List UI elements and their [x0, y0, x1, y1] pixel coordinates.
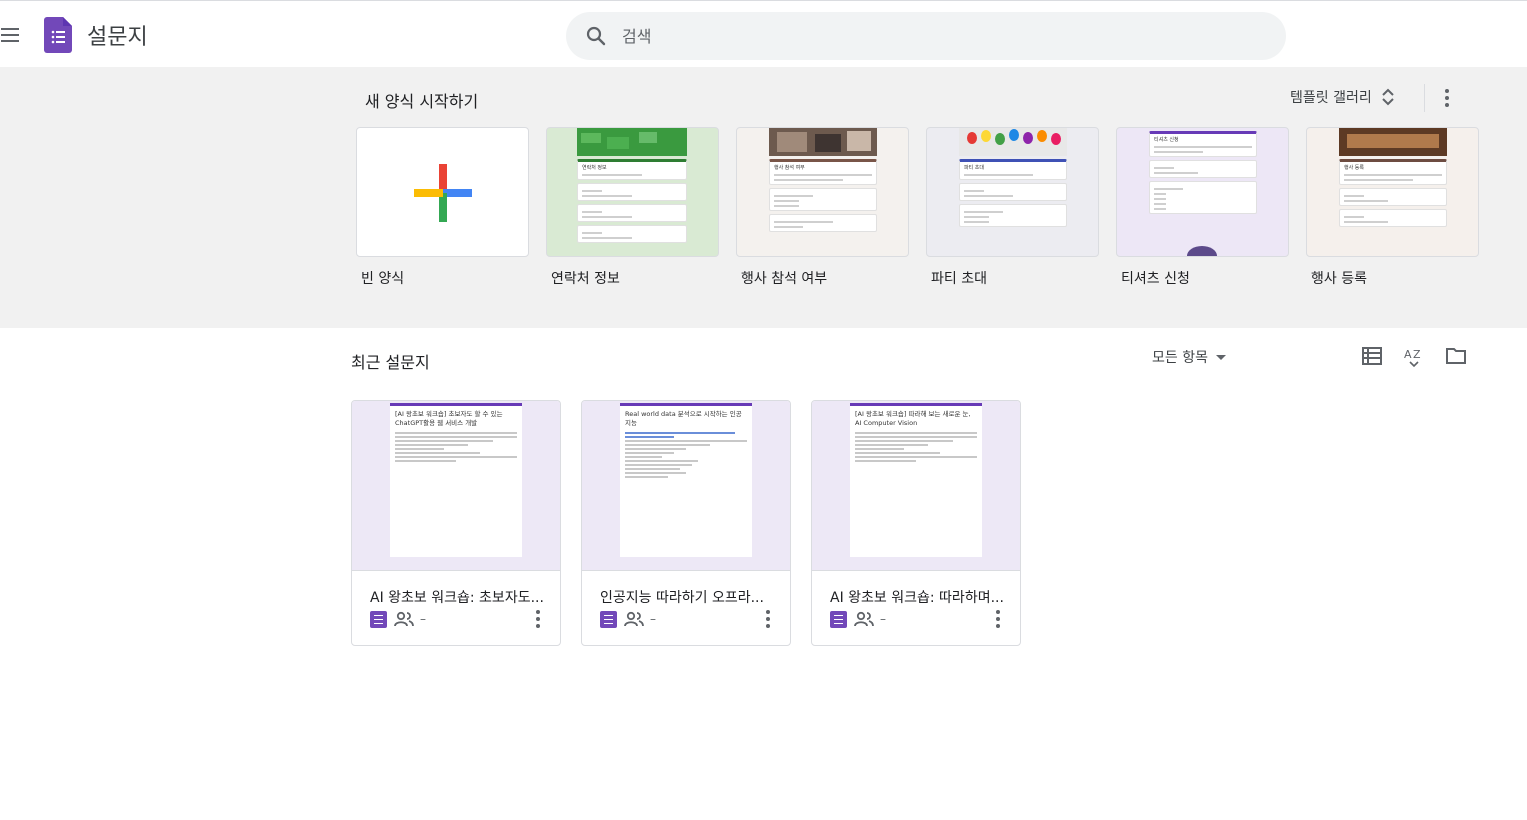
form-preview: Real world data 분석으로 시작하는 인공지능	[582, 401, 790, 571]
thumb-title: 파티 초대	[964, 165, 984, 171]
template-thumbnail[interactable]: 파티 초대	[926, 127, 1099, 257]
template-label: 연락처 정보	[551, 271, 620, 287]
mini-form: 티셔츠 신청	[1149, 128, 1257, 214]
more-vert-icon[interactable]	[530, 608, 546, 630]
form-meta: –	[600, 610, 656, 628]
unfold-icon	[1382, 88, 1394, 106]
people-icon	[394, 611, 414, 627]
template-blank[interactable]: 빈 양식	[356, 127, 529, 288]
preview-paper: [AI 왕초보 워크숍] 따라해 보는 새로운 눈, AI Computer V…	[850, 403, 982, 557]
forms-logo-icon[interactable]	[44, 17, 72, 53]
form-meta: –	[830, 610, 886, 628]
form-meta: –	[370, 610, 426, 628]
preview-paper: [AI 왕초보 워크숍] 초보자도 할 수 있는 ChatGPT활용 웹 서비스…	[390, 403, 522, 557]
mini-form: 행사 등록	[1339, 156, 1447, 227]
chevron-down-icon	[1215, 355, 1226, 360]
people-icon	[624, 611, 644, 627]
forms-icon	[830, 610, 847, 628]
shared-text: –	[880, 612, 886, 626]
thumb-title: 연락처 정보	[582, 165, 607, 171]
mini-form: 파티 초대	[959, 156, 1067, 227]
folder-icon[interactable]	[1444, 344, 1468, 368]
template-event-rsvp[interactable]: 행사 참석 여부 행사 참석 여부	[736, 127, 909, 288]
template-tshirt-signup[interactable]: 티셔츠 신청 티셔츠 신청	[1116, 127, 1289, 288]
form-title[interactable]: AI 왕초보 워크숍: 따라하며...	[830, 587, 1012, 607]
menu-icon[interactable]	[0, 25, 20, 45]
svg-text:Z: Z	[1413, 348, 1421, 361]
start-new-form-label: 새 양식 시작하기	[365, 92, 479, 111]
template-thumbnail[interactable]: 티셔츠 신청	[1116, 127, 1289, 257]
owner-filter-label: 모든 항목	[1152, 350, 1208, 366]
preview-title: Real world data 분석으로 시작하는 인공지능	[625, 410, 742, 427]
recent-form-card[interactable]: Real world data 분석으로 시작하는 인공지능 인공지능 따라하기…	[581, 400, 791, 646]
recent-form-card[interactable]: [AI 왕초보 워크숍] 초보자도 할 수 있는 ChatGPT활용 웹 서비스…	[351, 400, 561, 646]
owner-filter-dropdown[interactable]: 모든 항목	[1152, 347, 1230, 367]
preview-title: [AI 왕초보 워크숍] 따라해 보는 새로운 눈, AI Computer V…	[855, 410, 971, 427]
more-vert-icon[interactable]	[990, 608, 1006, 630]
template-label: 파티 초대	[931, 271, 987, 287]
divider	[1424, 84, 1425, 112]
template-label: 빈 양식	[361, 271, 405, 287]
form-title[interactable]: 인공지능 따라하기 오프라...	[600, 587, 782, 607]
form-preview: [AI 왕초보 워크숍] 초보자도 할 수 있는 ChatGPT활용 웹 서비스…	[352, 401, 560, 571]
template-label: 티셔츠 신청	[1121, 271, 1190, 287]
thumb-title: 티셔츠 신청	[1154, 137, 1179, 143]
thumb-title: 행사 등록	[1344, 165, 1364, 171]
more-vert-icon[interactable]	[760, 608, 776, 630]
thumb-title: 행사 참석 여부	[774, 165, 805, 171]
template-label: 행사 등록	[1311, 271, 1367, 287]
recent-forms-label: 최근 설문지	[351, 353, 430, 372]
svg-text:A: A	[1404, 348, 1412, 361]
search-bar[interactable]	[566, 12, 1286, 60]
list-view-icon[interactable]	[1360, 344, 1384, 368]
search-input[interactable]	[622, 22, 1222, 50]
mini-form: 연락처 정보	[577, 156, 687, 243]
forms-icon	[600, 610, 617, 628]
shared-text: –	[650, 612, 656, 626]
shared-text: –	[420, 612, 426, 626]
app-header: 설문지	[0, 3, 1527, 67]
template-thumbnail[interactable]: 행사 등록	[1306, 127, 1479, 257]
mini-form: 행사 참석 여부	[769, 156, 877, 232]
template-label: 행사 참석 여부	[741, 271, 828, 287]
template-thumbnail[interactable]: 연락처 정보	[546, 127, 719, 257]
form-title[interactable]: AI 왕초보 워크숍: 초보자도...	[370, 587, 552, 607]
forms-icon	[370, 610, 387, 628]
template-event-registration[interactable]: 행사 등록 행사 등록	[1306, 127, 1479, 288]
app-title[interactable]: 설문지	[87, 19, 148, 51]
search-icon[interactable]	[584, 24, 608, 48]
template-gallery-button[interactable]: 템플릿 갤러리	[1290, 85, 1396, 109]
preview-title: [AI 왕초보 워크숍] 초보자도 할 수 있는 ChatGPT활용 웹 서비스…	[395, 410, 503, 427]
template-thumbnail[interactable]: 행사 참석 여부	[736, 127, 909, 257]
template-party-invite[interactable]: 파티 초대 파티 초대	[926, 127, 1099, 288]
preview-paper: Real world data 분석으로 시작하는 인공지능	[620, 403, 752, 557]
people-icon	[854, 611, 874, 627]
plus-icon	[414, 164, 472, 222]
template-gallery-label: 템플릿 갤러리	[1290, 90, 1372, 106]
template-contact-info[interactable]: 연락처 정보 연락처 정보	[546, 127, 719, 288]
recent-form-card[interactable]: [AI 왕초보 워크숍] 따라해 보는 새로운 눈, AI Computer V…	[811, 400, 1021, 646]
template-section: 새 양식 시작하기 템플릿 갤러리 빈 양식 연락처 정보 연락처 정보 행사 …	[0, 67, 1527, 328]
form-preview: [AI 왕초보 워크숍] 따라해 보는 새로운 눈, AI Computer V…	[812, 401, 1020, 571]
sort-az-icon[interactable]: A Z	[1402, 344, 1426, 368]
template-thumbnail[interactable]	[356, 127, 529, 257]
more-vert-icon[interactable]	[1437, 86, 1457, 110]
